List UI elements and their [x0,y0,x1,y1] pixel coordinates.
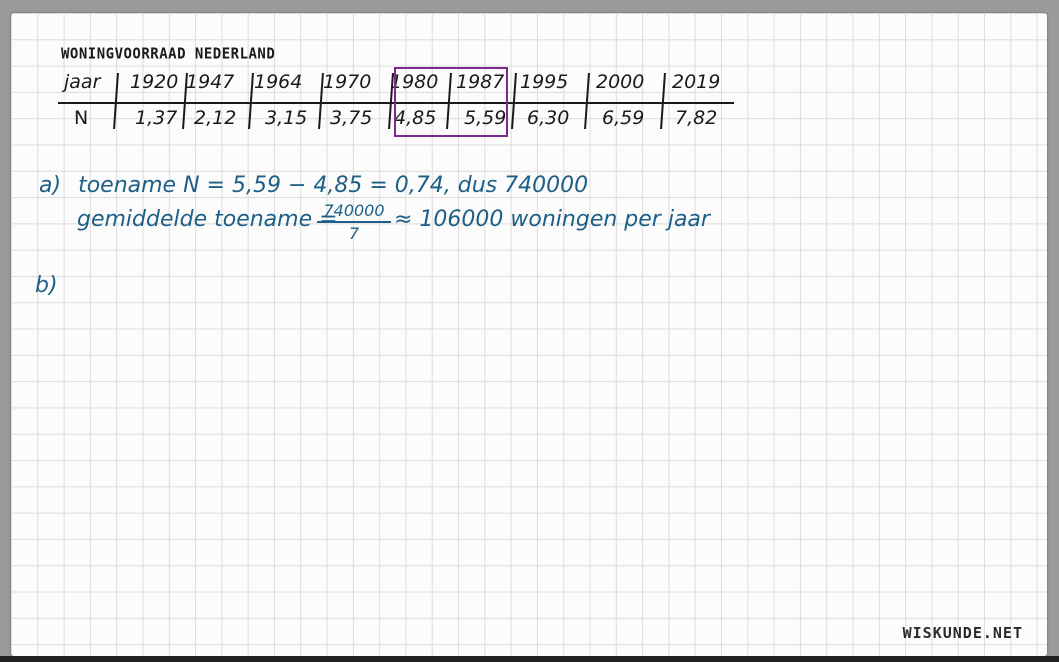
table-column-divider [660,73,666,129]
value-cell: 6,59 [602,107,645,129]
value-cell: 3,75 [330,107,373,129]
table-column-divider [584,73,590,129]
table-column-divider [318,73,324,129]
year-cell: 1947 [186,71,235,93]
year-cell: 1995 [520,71,569,93]
row-label-n: N [74,107,89,129]
answer-a-calc: toename N = 5,59 − 4,85 = 0,74, dus 7400… [78,173,589,198]
value-cell: 7,82 [675,107,718,129]
table-column-divider [248,73,254,129]
value-cell: 1,37 [135,107,178,129]
value-cell: 3,15 [265,107,308,129]
table-column-divider [182,73,188,129]
year-cell: 1920 [130,71,179,93]
brand-logo-text: WISKUNDE.NET [902,624,1023,642]
grid-paper: WONINGVOORRAAD NEDERLAND jaar N 1920 1947 19… [11,13,1047,656]
table-column-divider [113,73,119,129]
value-cell: 6,30 [527,107,570,129]
year-cell: 1964 [254,71,303,93]
year-cell: 1970 [323,71,372,93]
highlight-box-1980-1987 [394,67,508,137]
bottom-strip [0,656,1059,662]
answer-a-line-2-prefix: gemiddelde toename = [77,207,338,232]
answer-a-label: a) [39,173,62,198]
answer-a-line-1: a) toename N = 5,59 − 4,85 = 0,74, dus 7… [39,173,588,198]
answer-b-label: b) [35,273,58,298]
row-label-jaar: jaar [64,71,101,93]
page-title: WONINGVOORRAAD NEDERLAND [61,45,276,63]
value-cell: 2,12 [194,107,237,129]
answer-a-line-2-suffix: ≈ 106000 woningen per jaar [394,207,710,232]
answer-a-fraction: 740000 7 [317,201,391,243]
table-column-divider [511,73,517,129]
year-cell: 2019 [672,71,721,93]
fraction-denominator: 7 [348,224,360,243]
fraction-bar [317,221,391,223]
year-cell: 2000 [596,71,645,93]
fraction-numerator: 740000 [323,201,385,220]
